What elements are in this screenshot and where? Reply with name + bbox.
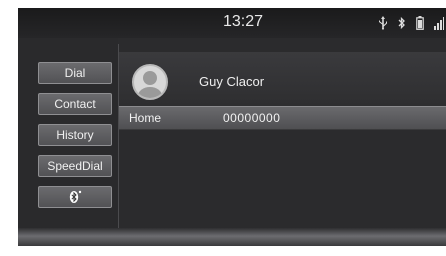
number-type-label: Home [129,111,162,125]
status-bar: 13:27 [18,8,446,38]
status-icons [378,14,444,32]
sidebar-item-dial[interactable]: Dial [38,62,112,84]
bluetooth-icon [398,16,406,30]
head-unit-screen: 13:27 Dial Contact History SpeedDial Guy… [18,8,446,246]
clock: 13:27 [222,13,264,30]
battery-icon [416,16,424,30]
phone-number: 00000000 [223,111,281,125]
sidebar: Dial Contact History SpeedDial [18,38,118,228]
phone-number-row[interactable]: Home 00000000 [119,106,446,130]
contact-header: Guy Clacor [119,52,446,106]
person-avatar-icon [132,64,168,100]
sidebar-item-contact[interactable]: Contact [38,93,112,115]
sidebar-item-speeddial[interactable]: SpeedDial [38,155,112,177]
usb-icon [378,16,388,30]
content-area [119,130,446,228]
bottom-bar [18,228,446,246]
contact-name: Guy Clacor [199,74,265,89]
signal-icon [434,16,444,30]
bluetooth-icon [68,190,82,204]
sidebar-item-history[interactable]: History [38,124,112,146]
sidebar-item-bluetooth[interactable] [38,186,112,208]
